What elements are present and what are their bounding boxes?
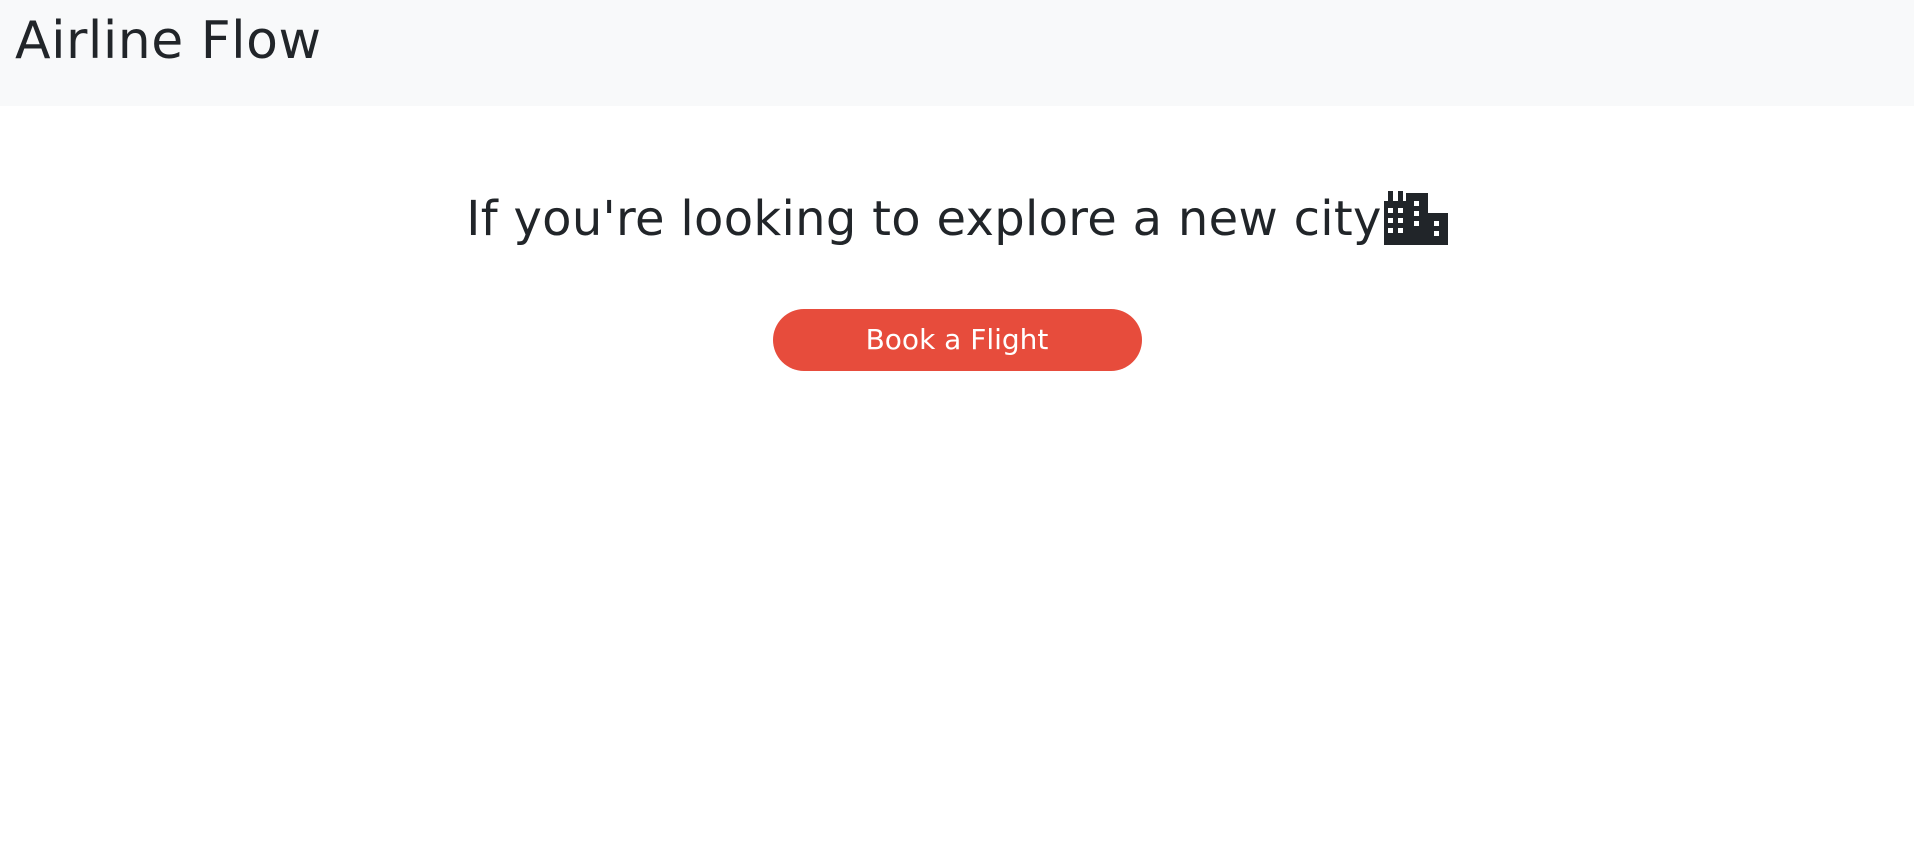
navbar: Airline Flow — [0, 0, 1914, 106]
hero-headline-text: If you're looking to explore a new city — [466, 191, 1382, 247]
city-icon — [1383, 190, 1448, 245]
hero-section: If you're looking to explore a new city — [0, 106, 1914, 371]
brand-link[interactable]: Airline Flow — [15, 15, 321, 67]
hero-headline: If you're looking to explore a new city — [466, 190, 1448, 249]
book-flight-button[interactable]: Book a Flight — [772, 308, 1142, 371]
